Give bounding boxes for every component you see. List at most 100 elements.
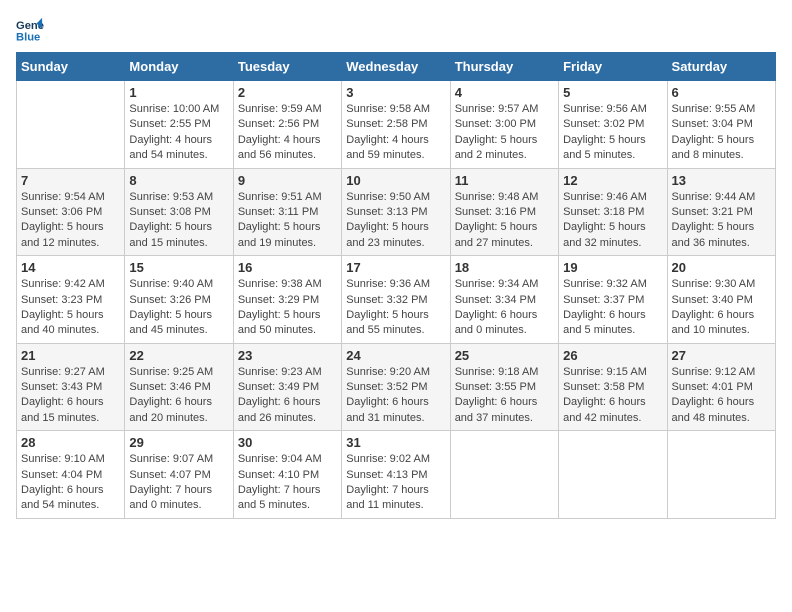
page-header: General Blue <box>16 16 776 44</box>
calendar-cell <box>450 431 558 519</box>
day-number: 3 <box>346 85 445 100</box>
day-number: 25 <box>455 348 554 363</box>
calendar-cell: 15 Sunrise: 9:40 AM Sunset: 3:26 PM Dayli… <box>125 256 233 344</box>
weekday-header: Thursday <box>450 53 558 81</box>
day-number: 6 <box>672 85 771 100</box>
day-info: Sunrise: 9:55 AM Sunset: 3:04 PM Dayligh… <box>672 102 771 164</box>
calendar-cell: 27Sunrise: 9:12 AM Sunset: 4:01 PM Dayli… <box>667 343 775 431</box>
calendar-cell: 7 Sunrise: 9:54 AM Sunset: 3:06 PM Daylig… <box>17 168 125 256</box>
calendar-cell: 22 Sunrise: 9:25 AM Sunset: 3:46 PM Dayli… <box>125 343 233 431</box>
day-number: 9 <box>238 173 337 188</box>
day-number: 24 <box>346 348 445 363</box>
calendar-cell: 21 Sunrise: 9:27 AM Sunset: 3:43 PM Dayli… <box>17 343 125 431</box>
calendar-cell: 8 Sunrise: 9:53 AM Sunset: 3:08 PM Daylig… <box>125 168 233 256</box>
calendar-cell: 6 Sunrise: 9:55 AM Sunset: 3:04 PM Daylig… <box>667 81 775 169</box>
day-info: Sunrise: 9:34 AM Sunset: 3:34 PM Dayligh… <box>455 277 554 339</box>
day-number: 22 <box>129 348 228 363</box>
day-number: 8 <box>129 173 228 188</box>
calendar-cell: 11 Sunrise: 9:48 AM Sunset: 3:16 PM Dayli… <box>450 168 558 256</box>
day-info: Sunrise: 9:53 AM Sunset: 3:08 PM Dayligh… <box>129 190 228 252</box>
day-info: Sunrise: 9:42 AM Sunset: 3:23 PM Dayligh… <box>21 277 120 339</box>
calendar-week-row: 21 Sunrise: 9:27 AM Sunset: 3:43 PM Dayli… <box>17 343 776 431</box>
weekday-header: Tuesday <box>233 53 341 81</box>
calendar-cell <box>17 81 125 169</box>
calendar-cell: 17Sunrise: 9:36 AM Sunset: 3:32 PM Dayli… <box>342 256 450 344</box>
day-info: Sunrise: 9:54 AM Sunset: 3:06 PM Dayligh… <box>21 190 120 252</box>
day-info: Sunrise: 9:25 AM Sunset: 3:46 PM Dayligh… <box>129 365 228 427</box>
day-number: 13 <box>672 173 771 188</box>
day-number: 14 <box>21 260 120 275</box>
day-info: Sunrise: 9:59 AM Sunset: 2:56 PM Dayligh… <box>238 102 337 164</box>
day-info: Sunrise: 9:32 AM Sunset: 3:37 PM Dayligh… <box>563 277 662 339</box>
calendar-cell: 23Sunrise: 9:23 AM Sunset: 3:49 PM Dayli… <box>233 343 341 431</box>
day-info: Sunrise: 9:50 AM Sunset: 3:13 PM Dayligh… <box>346 190 445 252</box>
calendar-cell: 20 Sunrise: 9:30 AM Sunset: 3:40 PM Dayli… <box>667 256 775 344</box>
calendar-cell <box>559 431 667 519</box>
day-number: 16 <box>238 260 337 275</box>
day-number: 30 <box>238 435 337 450</box>
calendar-cell: 1 Sunrise: 10:00 AM Sunset: 2:55 PM Dayli… <box>125 81 233 169</box>
day-number: 21 <box>21 348 120 363</box>
day-info: Sunrise: 9:10 AM Sunset: 4:04 PM Dayligh… <box>21 452 120 514</box>
calendar-cell: 26Sunrise: 9:15 AM Sunset: 3:58 PM Dayli… <box>559 343 667 431</box>
calendar-week-row: 1 Sunrise: 10:00 AM Sunset: 2:55 PM Dayli… <box>17 81 776 169</box>
day-info: Sunrise: 9:04 AM Sunset: 4:10 PM Dayligh… <box>238 452 337 514</box>
weekday-header: Friday <box>559 53 667 81</box>
day-number: 31 <box>346 435 445 450</box>
day-info: Sunrise: 9:02 AM Sunset: 4:13 PM Dayligh… <box>346 452 445 514</box>
calendar-cell: 4 Sunrise: 9:57 AM Sunset: 3:00 PM Daylig… <box>450 81 558 169</box>
calendar-body: 1 Sunrise: 10:00 AM Sunset: 2:55 PM Dayli… <box>17 81 776 519</box>
day-number: 29 <box>129 435 228 450</box>
logo: General Blue <box>16 16 48 44</box>
calendar-cell: 18Sunrise: 9:34 AM Sunset: 3:34 PM Dayli… <box>450 256 558 344</box>
calendar-week-row: 7 Sunrise: 9:54 AM Sunset: 3:06 PM Daylig… <box>17 168 776 256</box>
calendar-cell: 25 Sunrise: 9:18 AM Sunset: 3:55 PM Dayli… <box>450 343 558 431</box>
day-info: Sunrise: 9:58 AM Sunset: 2:58 PM Dayligh… <box>346 102 445 164</box>
day-info: Sunrise: 9:48 AM Sunset: 3:16 PM Dayligh… <box>455 190 554 252</box>
weekday-header: Monday <box>125 53 233 81</box>
calendar-cell: 10 Sunrise: 9:50 AM Sunset: 3:13 PM Dayli… <box>342 168 450 256</box>
day-info: Sunrise: 9:56 AM Sunset: 3:02 PM Dayligh… <box>563 102 662 164</box>
calendar-cell: 16 Sunrise: 9:38 AM Sunset: 3:29 PM Dayli… <box>233 256 341 344</box>
day-number: 15 <box>129 260 228 275</box>
day-number: 4 <box>455 85 554 100</box>
calendar-cell: 9 Sunrise: 9:51 AM Sunset: 3:11 PM Daylig… <box>233 168 341 256</box>
calendar-cell: 29 Sunrise: 9:07 AM Sunset: 4:07 PM Dayli… <box>125 431 233 519</box>
day-number: 20 <box>672 260 771 275</box>
calendar-cell: 28 Sunrise: 9:10 AM Sunset: 4:04 PM Dayli… <box>17 431 125 519</box>
calendar-cell: 13 Sunrise: 9:44 AM Sunset: 3:21 PM Dayli… <box>667 168 775 256</box>
day-number: 10 <box>346 173 445 188</box>
calendar-table: SundayMondayTuesdayWednesdayThursdayFrid… <box>16 52 776 519</box>
calendar-cell: 31 Sunrise: 9:02 AM Sunset: 4:13 PM Dayli… <box>342 431 450 519</box>
day-number: 11 <box>455 173 554 188</box>
day-info: Sunrise: 9:27 AM Sunset: 3:43 PM Dayligh… <box>21 365 120 427</box>
day-number: 1 <box>129 85 228 100</box>
day-number: 19 <box>563 260 662 275</box>
day-number: 28 <box>21 435 120 450</box>
day-number: 26 <box>563 348 662 363</box>
day-info: Sunrise: 10:00 AM Sunset: 2:55 PM Daylig… <box>129 102 228 164</box>
calendar-week-row: 28 Sunrise: 9:10 AM Sunset: 4:04 PM Dayli… <box>17 431 776 519</box>
day-info: Sunrise: 9:40 AM Sunset: 3:26 PM Dayligh… <box>129 277 228 339</box>
calendar-cell: 3 Sunrise: 9:58 AM Sunset: 2:58 PM Daylig… <box>342 81 450 169</box>
day-info: Sunrise: 9:51 AM Sunset: 3:11 PM Dayligh… <box>238 190 337 252</box>
calendar-cell: 2Sunrise: 9:59 AM Sunset: 2:56 PM Daylig… <box>233 81 341 169</box>
day-info: Sunrise: 9:30 AM Sunset: 3:40 PM Dayligh… <box>672 277 771 339</box>
calendar-cell: 5 Sunrise: 9:56 AM Sunset: 3:02 PM Daylig… <box>559 81 667 169</box>
day-info: Sunrise: 9:18 AM Sunset: 3:55 PM Dayligh… <box>455 365 554 427</box>
calendar-cell: 30 Sunrise: 9:04 AM Sunset: 4:10 PM Dayli… <box>233 431 341 519</box>
day-number: 5 <box>563 85 662 100</box>
day-info: Sunrise: 9:57 AM Sunset: 3:00 PM Dayligh… <box>455 102 554 164</box>
day-info: Sunrise: 9:36 AM Sunset: 3:32 PM Dayligh… <box>346 277 445 339</box>
calendar-cell: 14 Sunrise: 9:42 AM Sunset: 3:23 PM Dayli… <box>17 256 125 344</box>
day-info: Sunrise: 9:38 AM Sunset: 3:29 PM Dayligh… <box>238 277 337 339</box>
day-number: 7 <box>21 173 120 188</box>
day-info: Sunrise: 9:12 AM Sunset: 4:01 PM Dayligh… <box>672 365 771 427</box>
day-info: Sunrise: 9:07 AM Sunset: 4:07 PM Dayligh… <box>129 452 228 514</box>
weekday-header: Sunday <box>17 53 125 81</box>
calendar-header: SundayMondayTuesdayWednesdayThursdayFrid… <box>17 53 776 81</box>
calendar-cell <box>667 431 775 519</box>
weekday-header: Saturday <box>667 53 775 81</box>
header-row: SundayMondayTuesdayWednesdayThursdayFrid… <box>17 53 776 81</box>
day-info: Sunrise: 9:44 AM Sunset: 3:21 PM Dayligh… <box>672 190 771 252</box>
